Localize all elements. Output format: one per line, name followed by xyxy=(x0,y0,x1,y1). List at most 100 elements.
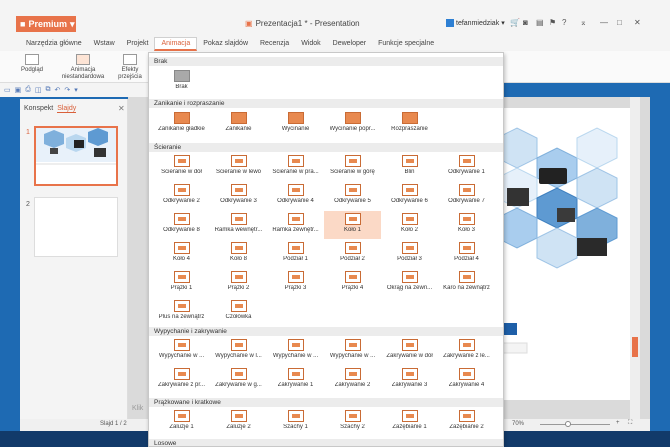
transition-item[interactable]: Zakrywanie w dół xyxy=(381,337,438,365)
transition-item[interactable]: Czołówka xyxy=(210,298,267,326)
vertical-scrollbar[interactable] xyxy=(630,97,640,419)
transition-item[interactable]: Odkrywanie 1 xyxy=(438,153,495,181)
minimize-icon[interactable]: — xyxy=(600,18,608,27)
transition-item[interactable]: Koło 8 xyxy=(210,240,267,268)
transition-item[interactable]: Okrąg na zewn... xyxy=(381,269,438,297)
transition-item-label: Ścieranie w górę xyxy=(330,169,375,175)
copy-icon[interactable]: ⧉ xyxy=(45,86,50,94)
transition-item[interactable]: Wypychanie w ... xyxy=(267,337,324,365)
transition-item[interactable]: Odkrywanie 4 xyxy=(267,182,324,210)
collapse-ribbon-icon[interactable]: ⌅ xyxy=(580,18,587,27)
chevron-down-icon[interactable]: ▾ xyxy=(74,86,78,94)
transition-item[interactable]: Podział 3 xyxy=(381,240,438,268)
transition-item[interactable]: Ramka wewnętr... xyxy=(210,211,267,239)
zoom-slider[interactable] xyxy=(540,424,610,425)
transition-item[interactable]: Zakrywanie 1 xyxy=(267,366,324,394)
transition-item[interactable]: Prążki 2 xyxy=(210,269,267,297)
transition-item[interactable]: Żaluzje 1 xyxy=(153,408,210,436)
transition-item[interactable]: Zakrywanie 3 xyxy=(381,366,438,394)
transition-item[interactable]: Odkrywanie 6 xyxy=(381,182,438,210)
premium-menu-button[interactable]: ■ Premium ▾ xyxy=(16,16,76,32)
tab-animation[interactable]: Animacja xyxy=(154,36,198,51)
transition-item[interactable]: Podział 4 xyxy=(438,240,495,268)
notes-placeholder[interactable]: Klik xyxy=(132,405,143,412)
save-icon[interactable]: ▣ xyxy=(15,86,22,94)
preview-button[interactable]: Podgląd xyxy=(18,54,46,74)
transition-item[interactable]: Zakrywanie 4 xyxy=(438,366,495,394)
print-icon[interactable]: ⎙ xyxy=(25,86,31,94)
transition-item[interactable]: Szachy 2 xyxy=(324,408,381,436)
transition-item[interactable]: Wypychanie w ... xyxy=(153,337,210,365)
transition-item[interactable]: Prążki 3 xyxy=(267,269,324,297)
slide-thumbnail-1[interactable] xyxy=(34,126,118,186)
tab-outline[interactable]: Konspekt xyxy=(24,105,53,113)
badge-icon[interactable]: ◙ xyxy=(523,18,528,27)
transition-item[interactable]: Odkrywanie 7 xyxy=(438,182,495,210)
zoom-slider-handle[interactable] xyxy=(565,421,571,427)
transition-item[interactable]: Odkrywanie 2 xyxy=(153,182,210,210)
transition-item[interactable]: Odkrywanie 8 xyxy=(153,211,210,239)
zoom-in-icon[interactable]: + xyxy=(616,420,620,426)
transition-item[interactable]: Odkrywanie 5 xyxy=(324,182,381,210)
fit-icon[interactable]: ⛶ xyxy=(628,420,632,427)
transition-item[interactable]: Koło 2 xyxy=(381,211,438,239)
transition-item[interactable]: Wycinanie popr... xyxy=(324,110,381,138)
close-icon[interactable]: ✕ xyxy=(634,18,641,27)
scroll-handle[interactable] xyxy=(632,337,638,357)
transition-item[interactable]: Ścieranie w górę xyxy=(324,153,381,181)
undo-icon[interactable]: ↶ xyxy=(54,86,60,94)
transition-item[interactable]: Zazębianie 2 xyxy=(438,408,495,436)
transition-item[interactable]: Podział 2 xyxy=(324,240,381,268)
transition-item[interactable]: Zakrywanie w g... xyxy=(210,366,267,394)
transition-item[interactable]: Szachy 1 xyxy=(267,408,324,436)
transition-item[interactable]: Zakrywanie z pr... xyxy=(153,366,210,394)
transition-item[interactable]: Ścieranie w dół xyxy=(153,153,210,181)
tab-view[interactable]: Widok xyxy=(295,37,326,51)
help-icon[interactable]: ? xyxy=(562,18,566,27)
transition-item[interactable]: Zakrywanie z le... xyxy=(438,337,495,365)
transition-item[interactable]: Rozpraszanie xyxy=(381,110,438,138)
transition-item[interactable]: Wycinanie xyxy=(267,110,324,138)
transition-item[interactable]: Blin xyxy=(381,153,438,181)
tab-slides[interactable]: Slajdy xyxy=(57,105,77,113)
transition-item[interactable]: Ramka zewnętr... xyxy=(267,211,324,239)
transition-item[interactable]: Plus na zewnątrz xyxy=(153,298,210,326)
cart-icon[interactable]: 🛒 xyxy=(510,18,520,27)
transition-item[interactable]: Odkrywanie 3 xyxy=(210,182,267,210)
transition-item[interactable]: Wypychanie w l... xyxy=(210,337,267,365)
tab-developer[interactable]: Deweloper xyxy=(327,37,372,51)
transition-item[interactable]: Koło 4 xyxy=(153,240,210,268)
user-account[interactable]: tefanmiedziak ▾ xyxy=(446,19,505,27)
tab-slideshow[interactable]: Pokaz slajdów xyxy=(197,37,254,51)
tab-special[interactable]: Funkcje specjalne xyxy=(372,37,440,51)
transition-item[interactable]: Wypychanie w ... xyxy=(324,337,381,365)
transition-item[interactable]: Zanikanie xyxy=(210,110,267,138)
preview-icon[interactable]: ◫ xyxy=(35,86,42,94)
slide-thumbnail-2[interactable] xyxy=(34,197,118,257)
tab-home[interactable]: Narzędzia główne xyxy=(20,37,88,51)
close-panel-icon[interactable]: ✕ xyxy=(118,104,125,113)
transition-item[interactable]: Żaluzje 2 xyxy=(210,408,267,436)
open-icon[interactable]: ▭ xyxy=(4,86,11,94)
custom-animation-button[interactable]: Animacja niestandardowa xyxy=(56,54,110,81)
transition-effects-button[interactable]: Efekty przejścia xyxy=(114,54,146,81)
transition-item[interactable]: Zakrywanie 2 xyxy=(324,366,381,394)
transition-item[interactable]: Prążki 4 xyxy=(324,269,381,297)
tab-design[interactable]: Projekt xyxy=(121,37,155,51)
document-icon[interactable]: ▤ xyxy=(536,18,544,27)
transition-item[interactable]: Koło 3 xyxy=(438,211,495,239)
tab-review[interactable]: Recenzja xyxy=(254,37,295,51)
transition-item[interactable]: Zanikanie gładkie xyxy=(153,110,210,138)
transition-item[interactable]: Ścieranie w lewo xyxy=(210,153,267,181)
transition-item[interactable]: Ścieranie w pra... xyxy=(267,153,324,181)
transition-item[interactable]: Brak xyxy=(153,68,210,96)
transition-item[interactable]: Karo na zewnątrz xyxy=(438,269,495,297)
maximize-icon[interactable]: □ xyxy=(617,18,622,27)
tab-insert[interactable]: Wstaw xyxy=(88,37,121,51)
transition-item[interactable]: Zazębianie 1 xyxy=(381,408,438,436)
transition-item[interactable]: Prążki 1 xyxy=(153,269,210,297)
shirt-icon[interactable]: ⚑ xyxy=(549,18,556,27)
transition-item[interactable]: Podział 1 xyxy=(267,240,324,268)
redo-icon[interactable]: ↷ xyxy=(64,86,70,94)
transition-item[interactable]: Koło 1 xyxy=(324,211,381,239)
